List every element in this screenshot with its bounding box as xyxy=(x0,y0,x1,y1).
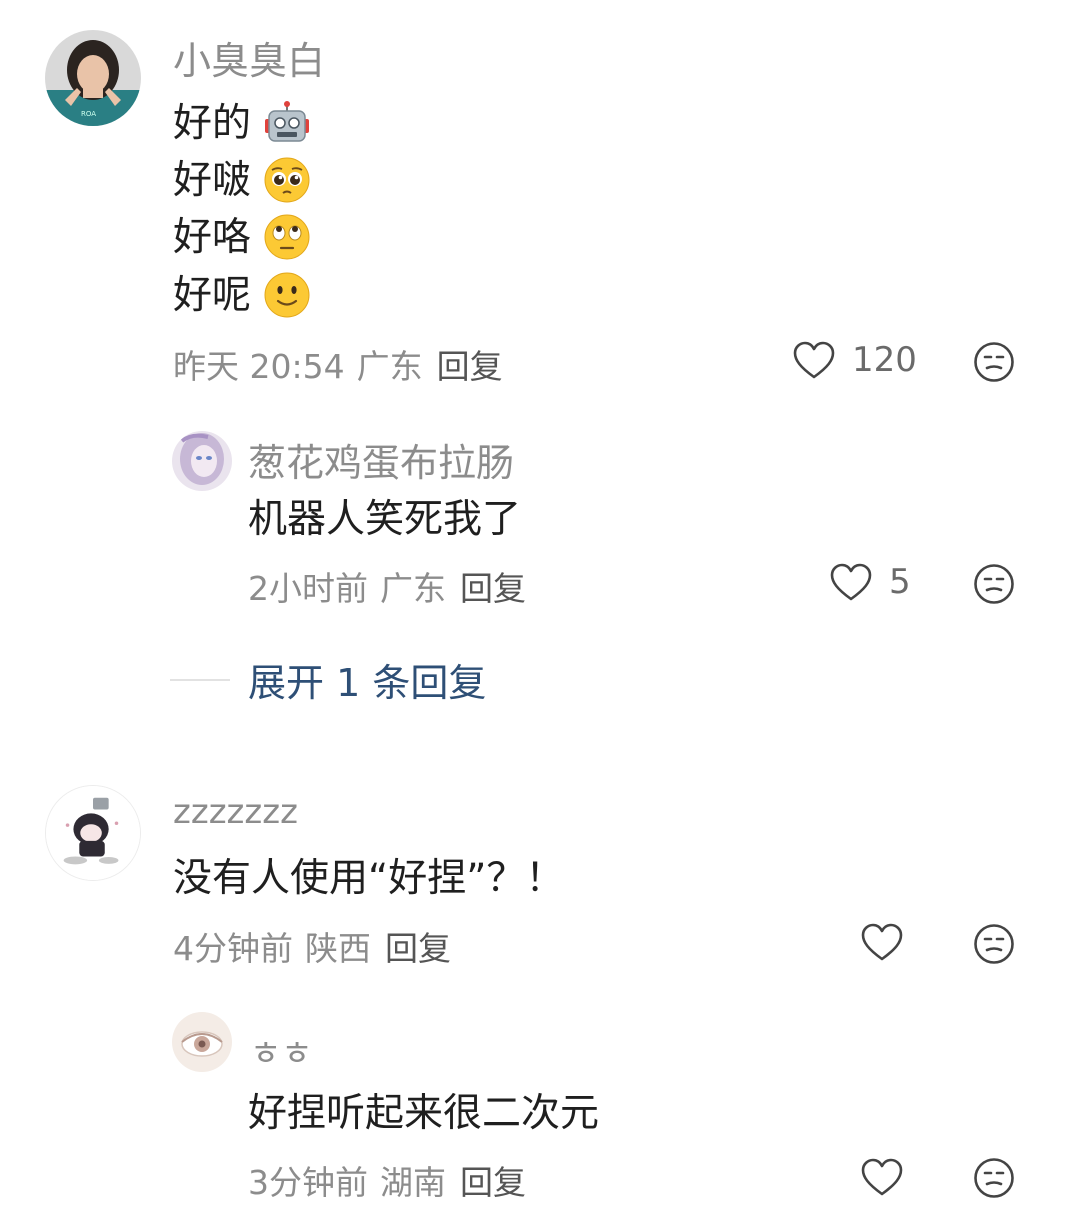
comment-text: 没有人使用“好捏”？！ xyxy=(173,856,565,901)
comment-location: 广东 xyxy=(356,347,423,386)
like-button[interactable] xyxy=(860,1157,904,1197)
comment-item: ROA 小臭臭白 好的 好啵 好咯 好呢 昨天 20:54 广东 回复 120 … xyxy=(0,0,1080,1228)
comment-text-line: 好啵 xyxy=(173,157,311,205)
reply-time: 2小时前 xyxy=(248,569,368,608)
avatar[interactable] xyxy=(172,431,232,491)
reply-location: 湖南 xyxy=(380,1163,446,1202)
comment-text: 好的 xyxy=(173,101,252,146)
avatar[interactable]: ROA xyxy=(45,30,141,126)
comment-meta: 昨天 20:54 广东 回复 xyxy=(173,340,503,388)
reply-text: 机器人笑死我了 xyxy=(248,497,522,542)
dislike-face-icon[interactable] xyxy=(973,563,1015,605)
avatar[interactable] xyxy=(45,785,141,881)
heart-icon xyxy=(793,341,835,379)
like-count: 5 xyxy=(889,562,911,602)
dislike-face-icon[interactable] xyxy=(973,1157,1015,1199)
comment-meta: 4分钟前 陕西 回复 xyxy=(173,922,451,970)
dislike-face-icon[interactable] xyxy=(973,923,1015,965)
pleading-face-emoji xyxy=(264,157,310,202)
comment-text: 好啵 xyxy=(173,158,252,203)
heart-icon xyxy=(861,923,903,961)
heart-icon xyxy=(830,563,872,601)
reply-button[interactable]: 回复 xyxy=(460,1163,526,1202)
reply-username[interactable]: ㅎㅎ xyxy=(250,1026,313,1075)
divider xyxy=(170,678,230,681)
like-button[interactable]: 5 xyxy=(829,562,911,602)
avatar[interactable] xyxy=(172,1012,232,1072)
robot-emoji xyxy=(265,100,310,142)
slight-smile-emoji xyxy=(264,272,310,317)
reply-text: 好捏听起来很二次元 xyxy=(248,1091,600,1136)
expand-replies-button[interactable]: 展开 1 条回复 xyxy=(170,652,486,707)
comment-time: 4分钟前 xyxy=(173,929,293,968)
comment-text: 好咯 xyxy=(173,215,252,260)
reply-username[interactable]: 葱花鸡蛋布拉肠 xyxy=(248,432,514,487)
comment-text-line: 好的 xyxy=(173,100,311,148)
reply-button[interactable]: 回复 xyxy=(385,929,451,968)
eye-roll-emoji xyxy=(264,214,310,259)
comment-username[interactable]: zzzzzzz xyxy=(173,792,298,832)
like-button[interactable]: 120 xyxy=(792,340,917,380)
comment-text: 好呢 xyxy=(173,273,252,318)
like-count: 120 xyxy=(852,340,917,380)
heart-icon xyxy=(861,1158,903,1196)
reply-button[interactable]: 回复 xyxy=(437,347,503,386)
reply-location: 广东 xyxy=(380,569,446,608)
reply-meta: 3分钟前 湖南 回复 xyxy=(248,1156,526,1204)
svg-text:ROA: ROA xyxy=(81,110,96,118)
reply-time: 3分钟前 xyxy=(248,1163,368,1202)
comment-location: 陕西 xyxy=(305,929,371,968)
reply-meta: 2小时前 广东 回复 xyxy=(248,562,526,610)
comment-username[interactable]: 小臭臭白 xyxy=(173,30,325,85)
dislike-face-icon[interactable] xyxy=(973,341,1015,383)
like-button[interactable] xyxy=(860,922,904,962)
comment-text-line: 好呢 xyxy=(173,272,311,320)
comment-text-line: 好咯 xyxy=(173,214,311,262)
reply-button[interactable]: 回复 xyxy=(460,569,526,608)
comment-time: 昨天 20:54 xyxy=(173,347,345,386)
expand-replies-label: 展开 1 条回复 xyxy=(248,661,487,705)
